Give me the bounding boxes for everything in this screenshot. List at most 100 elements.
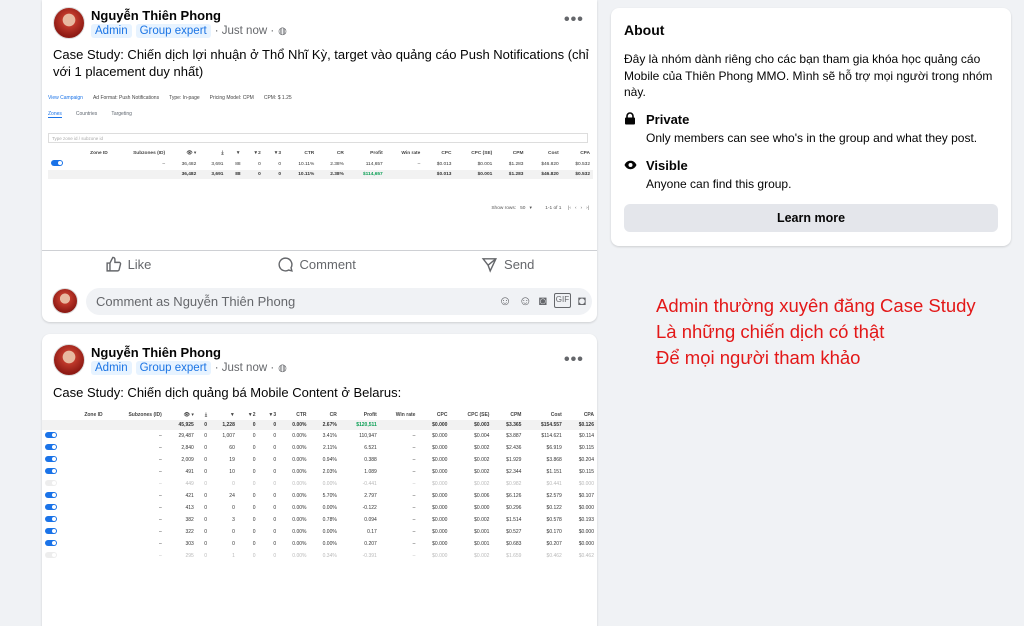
- group-expert-badge[interactable]: Group expert: [135, 24, 211, 38]
- table-header[interactable]: Zone ID: [75, 148, 111, 158]
- table-cell: 0.00%: [322, 541, 337, 547]
- table-cell: 0: [196, 420, 211, 430]
- post-time[interactable]: · Just now ·: [215, 362, 274, 374]
- table-cell: $0.002: [474, 517, 490, 523]
- table-cell: –: [162, 161, 166, 167]
- table-cell: $0.115: [579, 445, 594, 451]
- zone-toggle[interactable]: [45, 432, 57, 438]
- table-header[interactable]: ▼: [210, 410, 238, 420]
- group-expert-badge[interactable]: Group expert: [135, 361, 211, 375]
- table-cell: $0.114: [579, 433, 594, 439]
- table-header[interactable]: CPA: [562, 148, 593, 158]
- table-header[interactable]: CPA: [565, 410, 597, 420]
- table-cell: 0: [252, 529, 256, 535]
- table-cell: 0: [252, 553, 256, 559]
- emoji-icon[interactable]: ☺: [519, 293, 532, 308]
- table-cell: $0.683: [506, 541, 522, 547]
- comment-input[interactable]: Comment as Nguyễn Thiên Phong ☺ ☺ ◙ GIF …: [86, 288, 592, 315]
- table-cell: $6.919: [546, 445, 562, 451]
- like-button[interactable]: Like: [105, 256, 151, 273]
- zone-toggle[interactable]: [45, 492, 57, 498]
- avatar-sticker-icon[interactable]: ☺: [498, 293, 511, 308]
- table-cell: $0.001: [477, 161, 493, 167]
- post-image[interactable]: View Campaign Ad Format: Push Notificati…: [42, 88, 597, 246]
- table-cell: [69, 502, 106, 514]
- table-header[interactable]: CR: [317, 148, 347, 158]
- table-header[interactable]: Subzones (ID): [111, 148, 168, 158]
- table-header[interactable]: Profit: [340, 410, 380, 420]
- table-cell: 3,691: [199, 170, 227, 179]
- post-time[interactable]: · Just now ·: [215, 25, 274, 37]
- learn-more-button[interactable]: Learn more: [624, 204, 998, 232]
- author-avatar[interactable]: [53, 344, 85, 376]
- table-header[interactable]: CTR: [279, 410, 309, 420]
- table-header[interactable]: CPC (SE): [450, 410, 492, 420]
- table-header[interactable]: ▼3: [259, 410, 280, 420]
- table-header[interactable]: ⤓: [199, 148, 226, 158]
- table-cell: –: [159, 481, 162, 487]
- table-cell: 449: [185, 481, 194, 487]
- table-cell: -0.441: [362, 481, 377, 487]
- table-header[interactable]: Cost: [526, 148, 561, 158]
- post-image[interactable]: Zone ID Subzones (ID) 👁 ▾ ⤓ ▼ ▼2 ▼3 CTR CR Profit…: [42, 410, 597, 626]
- table-header[interactable]: Cost: [524, 410, 564, 420]
- table-header[interactable]: Win rate: [386, 148, 424, 158]
- table-header[interactable]: ▼3: [264, 148, 284, 158]
- sticker-icon[interactable]: ◘: [578, 293, 586, 308]
- comment-button[interactable]: Comment: [277, 256, 356, 273]
- author-name[interactable]: Nguyễn Thiên Phong: [91, 8, 221, 23]
- admin-badge[interactable]: Admin: [91, 24, 132, 38]
- table-header[interactable]: [48, 148, 75, 158]
- table-header[interactable]: ▼: [226, 148, 243, 158]
- table-header[interactable]: ▼2: [244, 148, 264, 158]
- post-card-1: Nguyễn Thiên Phong Admin Group expert · …: [42, 0, 597, 322]
- table-header[interactable]: CPM: [492, 410, 524, 420]
- table-cell: 6.521: [364, 445, 377, 451]
- table-header[interactable]: CR: [309, 410, 339, 420]
- table-header[interactable]: 👁 ▾: [165, 410, 197, 420]
- zone-toggle[interactable]: [45, 444, 57, 450]
- zone-toggle[interactable]: [45, 540, 57, 546]
- table-header[interactable]: CPC: [418, 410, 450, 420]
- table-row: – 382 0 3 0 0 0.00% 0.78% 0.094 – $0.000 $0.002 $1.5…: [42, 514, 597, 526]
- table-header[interactable]: Subzones (ID): [106, 410, 165, 420]
- gif-icon[interactable]: GIF: [553, 293, 572, 308]
- table-cell: 0: [204, 517, 208, 523]
- table-header[interactable]: [42, 410, 69, 420]
- more-options-icon[interactable]: •••: [564, 11, 584, 29]
- table-header[interactable]: Profit: [347, 148, 386, 158]
- table-header[interactable]: ⤓: [197, 410, 210, 420]
- admin-badge[interactable]: Admin: [91, 361, 132, 375]
- send-button[interactable]: Send: [481, 256, 534, 273]
- table-cell: 88: [226, 170, 244, 179]
- table-cell: 0.00%: [322, 505, 337, 511]
- table-header[interactable]: Zone ID: [69, 410, 106, 420]
- table-cell: $0.000: [474, 505, 490, 511]
- table-header[interactable]: Win rate: [380, 410, 419, 420]
- globe-icon: ◍: [278, 362, 287, 374]
- commenter-avatar[interactable]: [52, 288, 78, 314]
- zone-toggle[interactable]: [51, 160, 63, 166]
- table-header[interactable]: 👁 ▾: [168, 148, 199, 158]
- more-options-icon[interactable]: •••: [564, 351, 584, 369]
- table-header[interactable]: CTR: [284, 148, 317, 158]
- table-cell: 1: [232, 553, 235, 559]
- table-cell: $0.462: [578, 553, 594, 559]
- author-avatar[interactable]: [53, 7, 85, 39]
- zone-toggle[interactable]: [45, 480, 57, 486]
- zone-toggle[interactable]: [45, 552, 57, 558]
- zone-toggle[interactable]: [45, 516, 57, 522]
- zone-toggle[interactable]: [45, 504, 57, 510]
- table-header[interactable]: ▼2: [238, 410, 259, 420]
- table-row: – 303 0 0 0 0 0.00% 0.00% 0.207 – $0.000 $0.001 $0.6…: [42, 538, 597, 550]
- table-cell: 0: [273, 505, 277, 511]
- zone-toggle[interactable]: [45, 456, 57, 462]
- zone-toggle[interactable]: [45, 528, 57, 534]
- camera-icon[interactable]: ◙: [539, 293, 547, 308]
- table-header[interactable]: CPC: [423, 148, 454, 158]
- table-cell: [42, 550, 69, 562]
- author-name[interactable]: Nguyễn Thiên Phong: [91, 345, 221, 360]
- table-header[interactable]: CPM: [495, 148, 526, 158]
- zone-toggle[interactable]: [45, 468, 57, 474]
- table-header[interactable]: CPC (SE): [454, 148, 495, 158]
